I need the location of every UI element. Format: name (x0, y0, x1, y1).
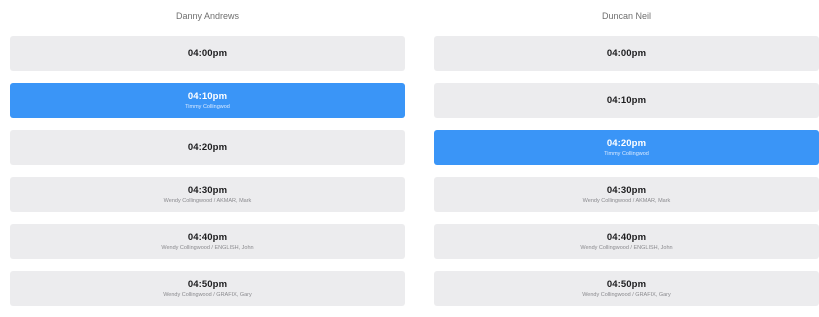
time-slot[interactable]: 04:40pm Wendy Collingwood / ENGLISH, Joh… (434, 224, 819, 259)
slot-time: 04:00pm (187, 48, 228, 59)
column-header: Duncan Neil (601, 11, 652, 21)
column-header: Danny Andrews (175, 11, 240, 21)
slot-detail: Wendy Collingwood / ENGLISH, John (161, 244, 254, 251)
slot-detail: Timmy Collingwod (604, 150, 649, 157)
slot-time: 04:40pm (187, 231, 228, 243)
slot-time: 04:10pm (606, 95, 647, 106)
time-slot[interactable]: 04:40pm Wendy Collingwood / ENGLISH, Joh… (10, 224, 405, 259)
slot-detail: Wendy Collingwood / GRAFIX, Gary (582, 291, 671, 298)
slot-time: 04:10pm (187, 90, 228, 102)
slot-detail: Timmy Collingwod (185, 103, 230, 110)
time-slot[interactable]: 04:00pm (434, 36, 819, 71)
time-slot[interactable]: 04:10pm Timmy Collingwod (10, 83, 405, 118)
teacher-column-duncan-neil: Duncan Neil 04:00pm 04:10pm 04:20pm Timm… (434, 0, 819, 306)
slot-time: 04:20pm (187, 142, 228, 153)
slot-time: 04:30pm (606, 184, 647, 196)
slot-time: 04:50pm (187, 278, 228, 290)
time-slot[interactable]: 04:20pm Timmy Collingwod (434, 130, 819, 165)
time-slot[interactable]: 04:10pm (434, 83, 819, 118)
slot-time: 04:50pm (606, 278, 647, 290)
slot-detail: Wendy Collingwood / AKMAR, Mark (582, 197, 671, 204)
teacher-column-danny-andrews: Danny Andrews 04:00pm 04:10pm Timmy Coll… (10, 0, 405, 306)
slot-time: 04:20pm (606, 137, 647, 149)
time-slot[interactable]: 04:50pm Wendy Collingwood / GRAFIX, Gary (434, 271, 819, 306)
time-slot[interactable]: 04:20pm (10, 130, 405, 165)
slot-detail: Wendy Collingwood / ENGLISH, John (580, 244, 673, 251)
slot-time: 04:30pm (187, 184, 228, 196)
slot-detail: Wendy Collingwood / AKMAR, Mark (163, 197, 252, 204)
slot-detail: Wendy Collingwood / GRAFIX, Gary (163, 291, 252, 298)
schedule-board: Danny Andrews 04:00pm 04:10pm Timmy Coll… (0, 0, 819, 317)
slot-time: 04:00pm (606, 48, 647, 59)
time-slot[interactable]: 04:30pm Wendy Collingwood / AKMAR, Mark (434, 177, 819, 212)
slot-time: 04:40pm (606, 231, 647, 243)
time-slot[interactable]: 04:30pm Wendy Collingwood / AKMAR, Mark (10, 177, 405, 212)
time-slot[interactable]: 04:50pm Wendy Collingwood / GRAFIX, Gary (10, 271, 405, 306)
time-slot[interactable]: 04:00pm (10, 36, 405, 71)
